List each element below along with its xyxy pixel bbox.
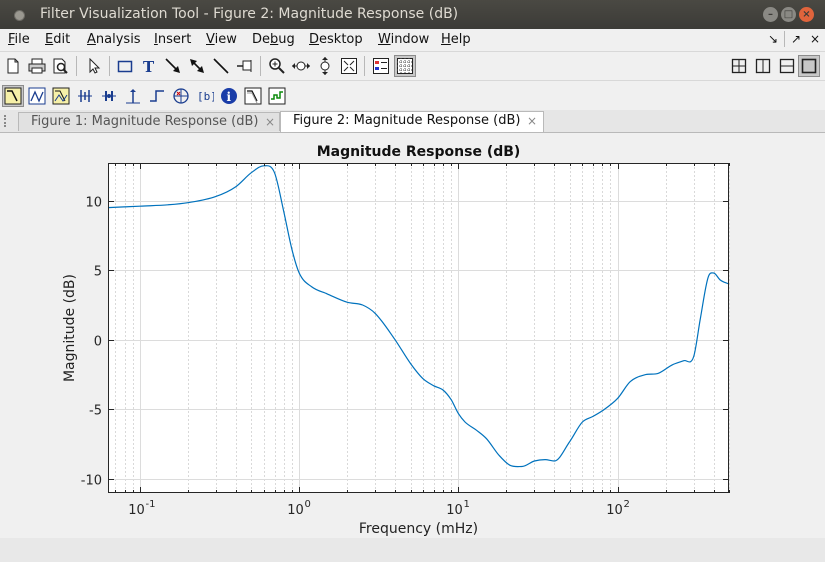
y-axis-label: Magnitude (dB) (62, 274, 78, 382)
text-icon[interactable]: T (138, 55, 160, 77)
group-delay-icon[interactable] (74, 85, 96, 107)
single-icon[interactable] (798, 55, 820, 77)
split-left-icon[interactable] (752, 55, 774, 77)
y-tick-label: 10 (85, 196, 102, 211)
menu-edit[interactable]: Edit (45, 32, 70, 47)
figure-area: 10 -1 10 0 10 1 10 2 -10 -5 0 5 10 Magnitude Respons… (0, 133, 825, 538)
dock-arrow-icon[interactable]: ↗ (791, 32, 801, 46)
pin-icon[interactable] (234, 55, 256, 77)
pole-zero-icon[interactable] (170, 85, 192, 107)
line-icon[interactable] (210, 55, 232, 77)
y-tick-label: -5 (89, 404, 102, 419)
svg-text:[b]: [b] (197, 90, 214, 103)
y-tick-label: -10 (81, 474, 102, 489)
analysis-toolbar: [b] i (0, 82, 825, 111)
window-title: Filter Visualization Tool - Figure 2: Ma… (40, 6, 459, 22)
select-arrow-icon[interactable] (83, 55, 105, 77)
x-tick-label: 10 (446, 503, 463, 518)
close-button[interactable]: × (799, 7, 814, 22)
svg-text:T: T (143, 58, 155, 74)
chart-title: Magnitude Response (dB) (317, 144, 521, 160)
filter-information-icon[interactable]: i (218, 85, 240, 107)
pan-icon[interactable] (290, 55, 312, 77)
y-tick-label: 0 (94, 335, 102, 350)
menu-help[interactable]: Help (441, 32, 471, 47)
menu-insert[interactable]: Insert (154, 32, 191, 47)
figure-tab-strip: Figure 1: Magnitude Response (dB) × Figu… (0, 110, 825, 133)
window-titlebar[interactable]: Filter Visualization Tool - Figure 2: Ma… (0, 0, 825, 29)
tab-label: Figure 1: Magnitude Response (dB) (31, 114, 259, 129)
toolbar-separator (364, 56, 365, 76)
app-menu-icon[interactable] (14, 10, 25, 21)
full-view-icon[interactable] (338, 55, 360, 77)
status-bar (0, 538, 825, 562)
tile-icon[interactable] (728, 55, 750, 77)
magnitude-phase-icon[interactable] (50, 85, 72, 107)
x-tick-exponent: 0 (305, 499, 311, 510)
double-arrow-icon[interactable] (186, 55, 208, 77)
maximize-icon: □ (783, 9, 794, 20)
x-tick-label: 10 (128, 503, 145, 518)
print-preview-icon[interactable] (50, 55, 72, 77)
rectangle-icon[interactable] (114, 55, 136, 77)
close-icon: × (802, 9, 811, 20)
maximize-button[interactable]: □ (781, 7, 796, 22)
tab-figure-2[interactable]: Figure 2: Magnitude Response (dB) × (280, 111, 544, 132)
svg-text:i: i (227, 90, 232, 104)
arrow-icon[interactable] (162, 55, 184, 77)
split-top-icon[interactable] (776, 55, 798, 77)
toolbar-separator (76, 56, 77, 76)
close-figure-icon[interactable]: × (810, 32, 820, 46)
drag-grip[interactable] (4, 115, 8, 127)
undock-arrow-icon[interactable]: ↘ (768, 32, 778, 46)
filter-coefficients-icon[interactable]: [b] (194, 85, 216, 107)
x-tick-label: 10 (287, 503, 304, 518)
x-tick-exponent: -1 (146, 499, 156, 510)
x-axis-label: Frequency (mHz) (359, 521, 478, 537)
magnitude-estimate-icon[interactable] (242, 85, 264, 107)
x-tick-exponent: 2 (624, 499, 630, 510)
menu-file[interactable]: File (8, 32, 30, 47)
minimize-icon: – (768, 9, 773, 20)
round-off-noise-icon[interactable] (266, 85, 288, 107)
zoom-in-icon[interactable] (266, 55, 288, 77)
print-icon[interactable] (26, 55, 48, 77)
close-tab-icon[interactable]: × (527, 112, 537, 130)
magnitude-response-chart[interactable]: 10 -1 10 0 10 1 10 2-10-50510 Magnitude Respons… (0, 133, 825, 538)
grid-icon[interactable] (394, 55, 416, 77)
minimize-button[interactable]: – (763, 7, 778, 22)
tab-label: Figure 2: Magnitude Response (dB) (293, 113, 521, 128)
new-file-icon[interactable] (2, 55, 24, 77)
menu-view[interactable]: View (206, 32, 237, 47)
phase-response-icon[interactable] (26, 85, 48, 107)
phase-delay-icon[interactable] (98, 85, 120, 107)
tab-figure-1[interactable]: Figure 1: Magnitude Response (dB) × (18, 112, 280, 131)
zoom-y-icon[interactable] (314, 55, 336, 77)
y-tick-label: 5 (94, 265, 102, 280)
figure-toolbar: T (0, 52, 825, 81)
toolbar-separator (260, 56, 261, 76)
impulse-response-icon[interactable] (122, 85, 144, 107)
x-tick-exponent: 1 (464, 499, 470, 510)
magnitude-response-icon[interactable] (2, 85, 24, 107)
toolbar-separator (109, 56, 110, 76)
menu-separator (784, 31, 785, 47)
menu-bar: File Edit Analysis Insert View Debug Des… (0, 29, 825, 52)
step-response-icon[interactable] (146, 85, 168, 107)
menu-window[interactable]: Window (378, 32, 429, 47)
plot-area[interactable] (108, 163, 729, 493)
menu-analysis[interactable]: Analysis (87, 32, 141, 47)
menu-debug[interactable]: Debug (252, 32, 295, 47)
close-tab-icon[interactable]: × (265, 113, 275, 131)
x-tick-label: 10 (606, 503, 623, 518)
legend-icon[interactable] (370, 55, 392, 77)
menu-desktop[interactable]: Desktop (309, 32, 363, 47)
